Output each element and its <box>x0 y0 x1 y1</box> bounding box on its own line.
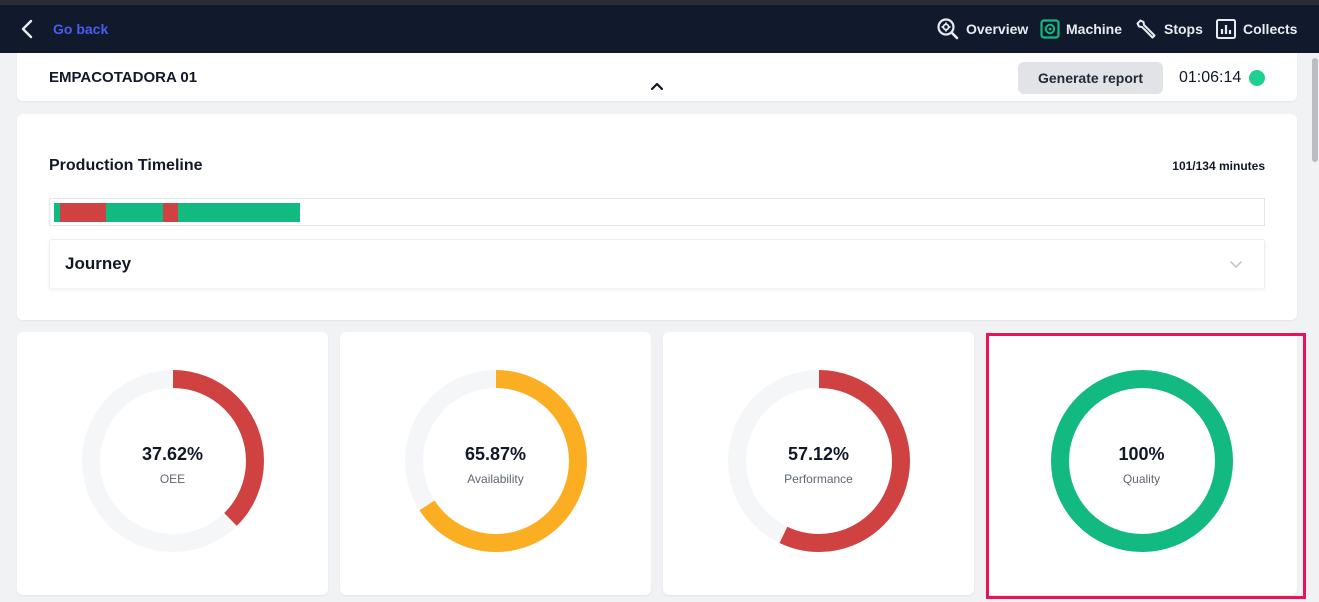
scrollbar-thumb[interactable] <box>1312 58 1318 162</box>
timeline-segment <box>178 203 300 222</box>
quality-value: 100% <box>1118 444 1165 464</box>
nav-collects-label: Collects <box>1243 21 1298 37</box>
generate-report-button[interactable]: Generate report <box>1018 62 1163 94</box>
page-scrollbar[interactable] <box>1311 53 1319 602</box>
journey-title: Journey <box>65 254 132 273</box>
go-back-link[interactable]: Go back <box>53 21 108 37</box>
machine-name: EMPACOTADORA 01 <box>49 69 198 86</box>
oee-label: OEE <box>159 472 186 486</box>
machine-icon <box>1040 19 1060 39</box>
chevron-up-icon[interactable] <box>650 81 664 91</box>
chevron-left-icon[interactable] <box>18 17 38 41</box>
timeline-title: Production Timeline <box>49 157 203 174</box>
journey-accordion[interactable]: Journey <box>49 239 1265 288</box>
elapsed-clock: 01:06:14 <box>1179 69 1242 86</box>
nav-stops[interactable]: Stops <box>1134 15 1203 43</box>
timeline-segment <box>106 203 163 222</box>
chevron-down-icon <box>1230 261 1242 268</box>
nav-overview-label: Overview <box>966 21 1029 37</box>
performance-label: Performance <box>784 472 853 486</box>
availability-value: 65.87% <box>464 444 527 464</box>
quality-gauge-card: 100% Quality <box>986 332 1297 595</box>
timeline-bar <box>49 198 1265 226</box>
nav-overview[interactable]: Overview <box>936 15 1028 43</box>
performance-gauge-card: 57.12% Performance <box>663 332 974 595</box>
wrench-icon <box>1136 19 1156 39</box>
performance-value: 57.12% <box>787 444 850 464</box>
status-indicator-dot <box>1249 70 1265 86</box>
timeline-segment <box>60 203 106 222</box>
oee-value: 37.62% <box>141 444 204 464</box>
availability-label: Availability <box>467 472 524 486</box>
oee-gauge-card: 37.62% OEE <box>17 332 328 595</box>
top-navigation-bar: Go back Overview Machine Stops Collects <box>0 5 1319 53</box>
availability-gauge-card: 65.87% Availability <box>340 332 651 595</box>
chart-icon <box>1216 19 1236 39</box>
timeline-segment <box>163 203 178 222</box>
quality-label: Quality <box>1122 472 1161 486</box>
nav-stops-label: Stops <box>1164 21 1203 37</box>
production-timeline-card: Production Timeline 101/134 minutes Jour… <box>17 114 1297 320</box>
nav-machine[interactable]: Machine <box>1040 15 1122 43</box>
search-gear-icon <box>937 18 959 40</box>
machine-header-card: EMPACOTADORA 01 Generate report 01:06:14 <box>17 53 1297 101</box>
nav-machine-label: Machine <box>1066 21 1123 37</box>
nav-collects[interactable]: Collects <box>1215 15 1297 43</box>
timeline-minutes: 101/134 minutes <box>1172 159 1265 173</box>
